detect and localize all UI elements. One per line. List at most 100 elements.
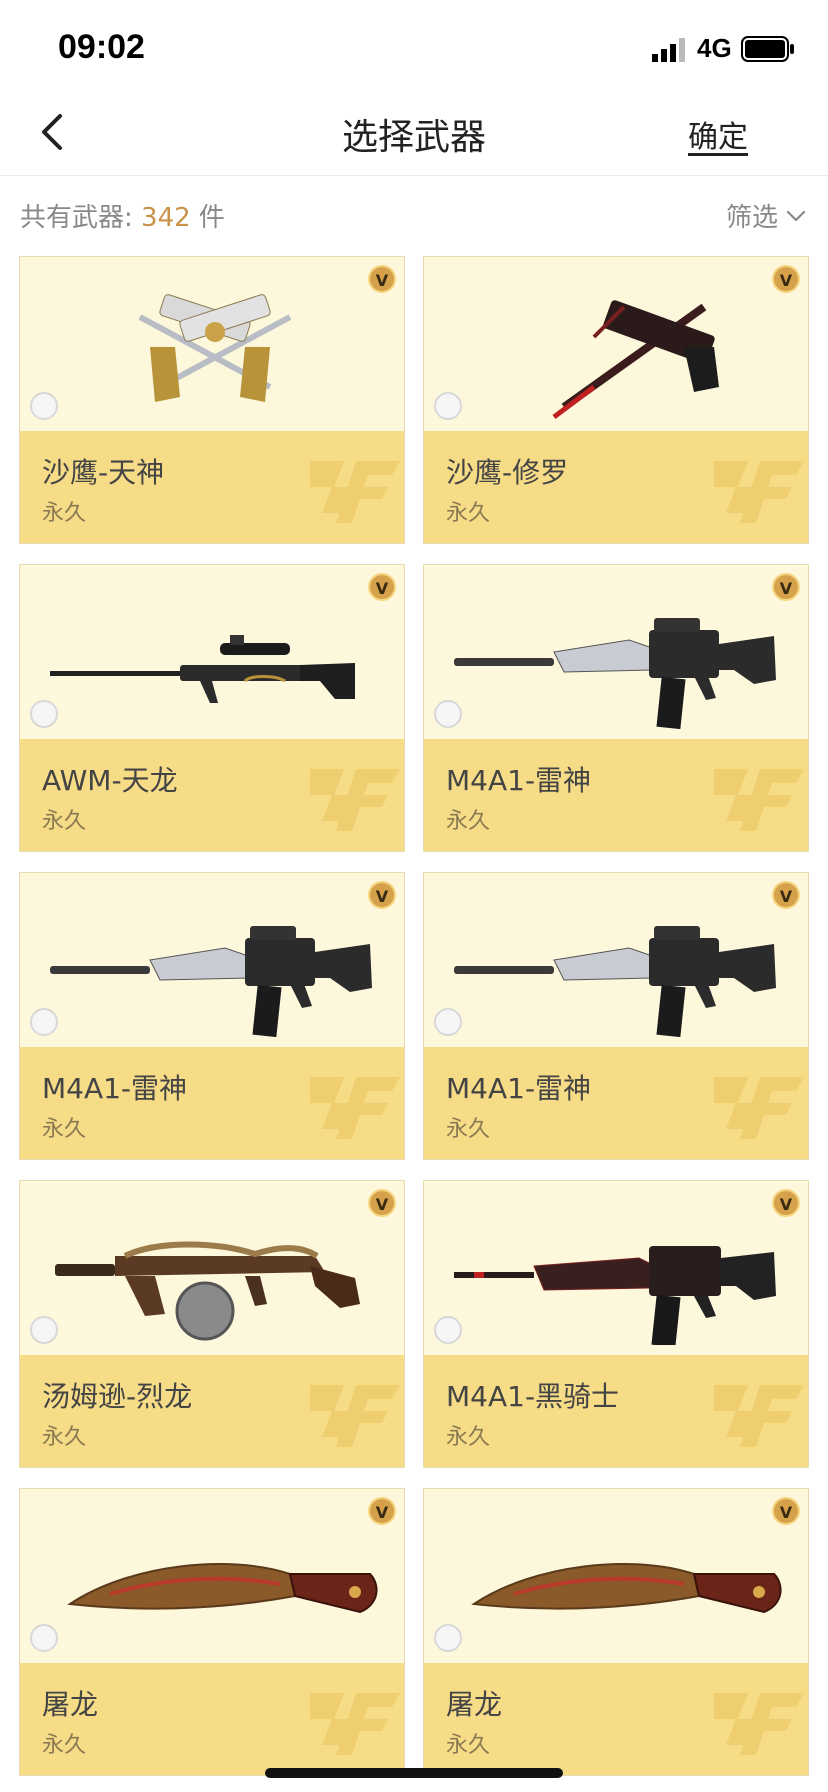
- cf-logo-icon: [714, 461, 804, 523]
- vip-badge-icon: V: [368, 1189, 396, 1217]
- weapon-duration: 永久: [446, 501, 491, 526]
- cf-logo-icon: [310, 1077, 400, 1139]
- weapon-image: [454, 1246, 776, 1345]
- weapon-duration: 永久: [42, 501, 87, 526]
- weapon-image: [552, 300, 719, 419]
- weapon-card[interactable]: V 屠龙 永久: [19, 1488, 405, 1776]
- weapon-image-area: V: [20, 1489, 404, 1663]
- weapon-duration: 永久: [446, 809, 491, 834]
- cf-logo-icon: [714, 1077, 804, 1139]
- select-radio[interactable]: [434, 1008, 462, 1036]
- weapon-image-area: V: [20, 565, 404, 739]
- weapon-duration: 永久: [446, 1117, 491, 1142]
- select-radio[interactable]: [30, 1624, 58, 1652]
- weapon-info: 沙鹰-修罗 永久: [424, 431, 808, 543]
- weapon-image-area: V: [20, 1181, 404, 1355]
- select-radio[interactable]: [30, 700, 58, 728]
- weapon-duration: 永久: [42, 809, 87, 834]
- weapon-duration: 永久: [42, 1117, 87, 1142]
- home-indicator: [265, 1768, 563, 1778]
- weapon-info: AWM-天龙 永久: [20, 739, 404, 851]
- weapon-card[interactable]: V 屠龙 永久: [423, 1488, 809, 1776]
- weapon-image: [67, 1563, 378, 1614]
- weapon-duration: 永久: [446, 1733, 491, 1758]
- filter-button[interactable]: 筛选: [726, 197, 806, 234]
- status-bar: 09:02 4G: [0, 0, 828, 88]
- weapon-image-area: V: [20, 257, 404, 431]
- select-radio[interactable]: [30, 392, 58, 420]
- weapon-info: 屠龙 永久: [424, 1663, 808, 1775]
- vip-badge-icon: V: [772, 1189, 800, 1217]
- chevron-down-icon: [786, 210, 806, 221]
- weapon-image-area: V: [424, 873, 808, 1047]
- weapon-image-area: V: [424, 565, 808, 739]
- confirm-button[interactable]: 确定: [688, 112, 748, 156]
- status-time: 09:02: [58, 28, 145, 66]
- cf-logo-icon: [714, 769, 804, 831]
- battery-icon: [741, 36, 794, 62]
- weapon-info: 沙鹰-天神 永久: [20, 431, 404, 543]
- select-radio[interactable]: [30, 1008, 58, 1036]
- vip-badge-icon: V: [368, 573, 396, 601]
- weapon-info: M4A1-雷神 永久: [424, 739, 808, 851]
- weapon-image: [471, 1563, 782, 1614]
- vip-badge-icon: V: [772, 1497, 800, 1525]
- weapon-image-area: V: [424, 1489, 808, 1663]
- weapon-count-prefix: 共有武器:: [20, 203, 142, 233]
- signal-icon: [652, 38, 685, 62]
- weapon-name: AWM-天龙: [42, 764, 178, 797]
- weapon-name: M4A1-雷神: [446, 1072, 592, 1105]
- weapon-card[interactable]: V M4A1-雷神 永久: [423, 872, 809, 1160]
- weapon-card[interactable]: V M4A1-雷神 永久: [423, 564, 809, 852]
- vip-badge-icon: V: [772, 265, 800, 293]
- select-radio[interactable]: [434, 392, 462, 420]
- select-radio[interactable]: [434, 1624, 462, 1652]
- vip-badge-icon: V: [368, 881, 396, 909]
- weapon-name: 屠龙: [446, 1688, 503, 1721]
- weapon-info: M4A1-黑骑士 永久: [424, 1355, 808, 1467]
- weapon-info: 屠龙 永久: [20, 1663, 404, 1775]
- select-radio[interactable]: [30, 1316, 58, 1344]
- weapon-card[interactable]: V 沙鹰-修罗 永久: [423, 256, 809, 544]
- nav-bar: 选择武器 确定: [0, 88, 828, 176]
- cf-logo-icon: [310, 1693, 400, 1755]
- weapon-name: 汤姆逊-烈龙: [42, 1380, 193, 1413]
- weapon-card[interactable]: V M4A1-黑骑士 永久: [423, 1180, 809, 1468]
- weapon-name: M4A1-雷神: [42, 1072, 188, 1105]
- cf-logo-icon: [714, 1385, 804, 1447]
- weapon-image: [50, 635, 355, 703]
- weapon-image-area: V: [424, 1181, 808, 1355]
- weapon-info: M4A1-雷神 永久: [20, 1047, 404, 1159]
- weapon-grid: V 沙鹰-天神 永久 V 沙鹰-修罗 永久 V AWM-天龙 永久 V M4A1…: [19, 256, 809, 1776]
- weapon-image-area: V: [424, 257, 808, 431]
- weapon-image: [138, 294, 292, 402]
- weapon-name: 屠龙: [42, 1688, 99, 1721]
- weapon-image: [454, 618, 776, 729]
- weapon-card[interactable]: V 汤姆逊-烈龙 永久: [19, 1180, 405, 1468]
- select-radio[interactable]: [434, 1316, 462, 1344]
- weapon-duration: 永久: [42, 1733, 87, 1758]
- weapon-card[interactable]: V AWM-天龙 永久: [19, 564, 405, 852]
- filter-label: 筛选: [725, 203, 778, 233]
- cf-logo-icon: [310, 461, 400, 523]
- weapon-name: 沙鹰-修罗: [446, 456, 569, 489]
- weapon-info: M4A1-雷神 永久: [424, 1047, 808, 1159]
- cf-logo-icon: [310, 1385, 400, 1447]
- weapon-duration: 永久: [42, 1425, 87, 1450]
- weapon-card[interactable]: V 沙鹰-天神 永久: [19, 256, 405, 544]
- network-label: 4G: [697, 33, 732, 63]
- summary-bar: 共有武器: 342 件 筛选: [0, 177, 828, 255]
- weapon-image: [454, 926, 776, 1037]
- vip-badge-icon: V: [368, 265, 396, 293]
- weapon-card[interactable]: V M4A1-雷神 永久: [19, 872, 405, 1160]
- weapon-duration: 永久: [446, 1425, 491, 1450]
- weapon-info: 汤姆逊-烈龙 永久: [20, 1355, 404, 1467]
- cf-logo-icon: [714, 1693, 804, 1755]
- weapon-image: [55, 1241, 360, 1341]
- weapon-name: M4A1-雷神: [446, 764, 592, 797]
- weapon-count-suffix: 件: [190, 203, 225, 233]
- select-radio[interactable]: [434, 700, 462, 728]
- weapon-image-area: V: [20, 873, 404, 1047]
- weapon-image: [50, 926, 372, 1037]
- cf-logo-icon: [310, 769, 400, 831]
